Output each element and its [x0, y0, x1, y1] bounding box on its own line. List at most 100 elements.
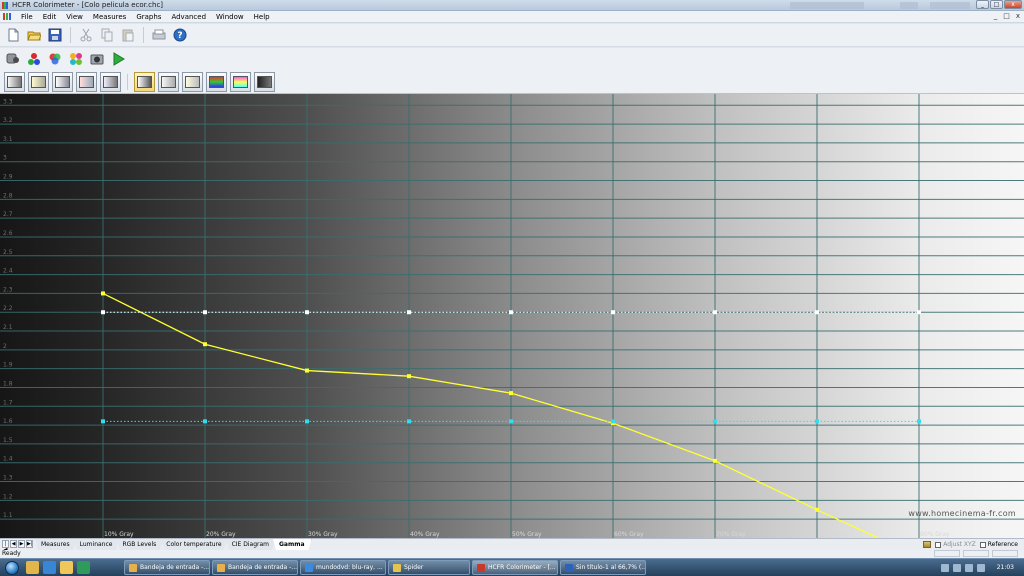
mdi-close-button[interactable]: x — [1016, 12, 1020, 20]
menu-graphs[interactable]: Graphs — [131, 13, 166, 21]
explorer-icon[interactable] — [26, 561, 39, 574]
taskbar-task[interactable]: Bandeja de entrada -... — [124, 560, 210, 575]
menu-file[interactable]: File — [16, 13, 38, 21]
tab-color-temperature[interactable]: Color temperature — [160, 539, 229, 550]
title-bar: HCFR Colorimeter - [Colo pelicula ecor.c… — [0, 0, 1024, 11]
cut-button[interactable] — [77, 26, 95, 44]
start-button[interactable] — [0, 559, 24, 576]
y-tick-label: 3.1 — [3, 136, 13, 143]
task-label: HCFR Colorimeter - [... — [488, 564, 556, 571]
taskbar-task[interactable]: HCFR Colorimeter - [... — [472, 560, 558, 575]
graph-saturation-button[interactable] — [182, 71, 203, 92]
help-button[interactable]: ? — [171, 26, 189, 44]
print-button[interactable] — [150, 26, 168, 44]
save-button[interactable] — [46, 26, 64, 44]
taskbar-task[interactable]: Sin título-1 al 66,7% (... — [560, 560, 646, 575]
background-window-ghost — [900, 2, 918, 9]
data-point-average-gamma — [305, 419, 309, 424]
play-button[interactable] — [109, 50, 127, 68]
tab-luminance[interactable]: Luminance — [73, 539, 120, 550]
mdi-minimize-button[interactable]: _ — [994, 12, 998, 20]
clock[interactable]: 21:03 — [997, 564, 1014, 571]
x-tick-label: 10% Gray — [104, 531, 134, 538]
reference-option[interactable]: Reference — [979, 541, 1018, 548]
adjust-xyz-checkbox[interactable] — [935, 541, 942, 548]
graph-rgb-button[interactable] — [52, 71, 73, 92]
media-icon[interactable] — [77, 561, 90, 574]
document-icon[interactable] — [3, 12, 12, 21]
tab-gamma[interactable]: Gamma — [273, 539, 312, 550]
copy-button[interactable] — [98, 26, 116, 44]
tab-last-button[interactable]: ▶| — [26, 540, 33, 548]
menu-measures[interactable]: Measures — [88, 13, 131, 21]
taskbar-task[interactable]: mundodvd: blu-ray, ... — [300, 560, 386, 575]
chart-background — [0, 94, 1024, 538]
multi-color-button[interactable] — [67, 50, 85, 68]
close-button[interactable]: x — [1004, 0, 1022, 9]
toolbar-separator — [70, 27, 71, 43]
ie-icon[interactable] — [43, 561, 56, 574]
folder-icon[interactable] — [60, 561, 73, 574]
menu-view[interactable]: View — [61, 13, 88, 21]
tab-first-button[interactable]: |◀ — [2, 540, 9, 553]
y-tick-label: 3 — [3, 155, 7, 162]
task-label: Spider — [404, 564, 424, 571]
new-file-button[interactable] — [4, 26, 22, 44]
toolbar-separator — [143, 27, 144, 43]
color-wheel-button[interactable] — [46, 50, 64, 68]
data-point-measured — [815, 507, 819, 512]
graph-near-black-button[interactable] — [134, 71, 155, 92]
taskbar-task[interactable]: Spider — [388, 560, 470, 575]
open-folder-icon — [27, 31, 41, 41]
menu-edit[interactable]: Edit — [38, 13, 62, 21]
graph-luminance-icon — [7, 75, 22, 88]
gamma-chart: 1.1 1.2 1.3 1.4 1.5 1.6 1.7 1.8 1.9 2 2.1 2.2 2.3 2.4… — [0, 94, 1024, 538]
graph-luminance-button[interactable] — [4, 71, 25, 92]
x-tick-label: 70% Gray — [716, 531, 746, 538]
tab-measures[interactable]: Measures — [35, 539, 77, 550]
tab-prev-button[interactable]: ◀ — [10, 540, 17, 548]
data-point-reference-gamma — [815, 310, 819, 315]
graph-color-button[interactable] — [206, 71, 227, 92]
graph-near-white-icon — [161, 75, 176, 88]
tab-next-button[interactable]: ▶ — [18, 540, 25, 548]
open-button[interactable] — [25, 26, 43, 44]
graph-gamma-button[interactable] — [28, 71, 49, 92]
graph-all-button[interactable] — [230, 71, 251, 92]
volume-icon[interactable] — [952, 563, 961, 572]
y-tick-label: 2.8 — [3, 192, 13, 199]
data-point-measured — [407, 374, 411, 379]
graph-near-black-icon — [137, 75, 152, 88]
network-icon[interactable] — [940, 563, 949, 572]
graph-cie-button[interactable] — [100, 71, 121, 92]
mdi-restore-button[interactable]: □ — [1003, 12, 1010, 20]
taskbar-task[interactable]: Bandeja de entrada -... — [212, 560, 298, 575]
y-tick-label: 2.6 — [3, 230, 13, 237]
adjust-xyz-option[interactable]: Adjust XYZ — [935, 541, 976, 548]
rgb-generator-button[interactable] — [25, 50, 43, 68]
menu-advanced[interactable]: Advanced — [166, 13, 211, 21]
maximize-button[interactable]: □ — [990, 0, 1003, 9]
flag-icon[interactable] — [964, 563, 973, 572]
graph-temp-button[interactable] — [76, 71, 97, 92]
graph-spectrum-button[interactable] — [254, 71, 275, 92]
y-tick-label: 1.4 — [3, 456, 13, 463]
paste-button[interactable] — [119, 26, 137, 44]
sensor-button[interactable] — [4, 50, 22, 68]
task-label: Bandeja de entrada -... — [140, 564, 210, 571]
graph-near-white-button[interactable] — [158, 71, 179, 92]
camera-button[interactable] — [88, 50, 106, 68]
y-tick-label: 2.7 — [3, 211, 13, 218]
save-icon — [48, 28, 62, 42]
menu-help[interactable]: Help — [249, 13, 275, 21]
reference-checkbox[interactable] — [979, 541, 986, 548]
graph-spectrum-icon — [257, 75, 272, 88]
reference-source-icon[interactable] — [923, 541, 932, 548]
window-title: HCFR Colorimeter - [Colo pelicula ecor.c… — [12, 1, 164, 9]
tab-rgb-levels[interactable]: RGB Levels — [116, 539, 164, 550]
minimize-button[interactable]: _ — [976, 0, 989, 9]
task-app-icon — [565, 563, 573, 572]
power-icon[interactable] — [976, 563, 985, 572]
tab-cie-diagram[interactable]: CIE Diagram — [225, 539, 276, 550]
menu-window[interactable]: Window — [211, 13, 249, 21]
